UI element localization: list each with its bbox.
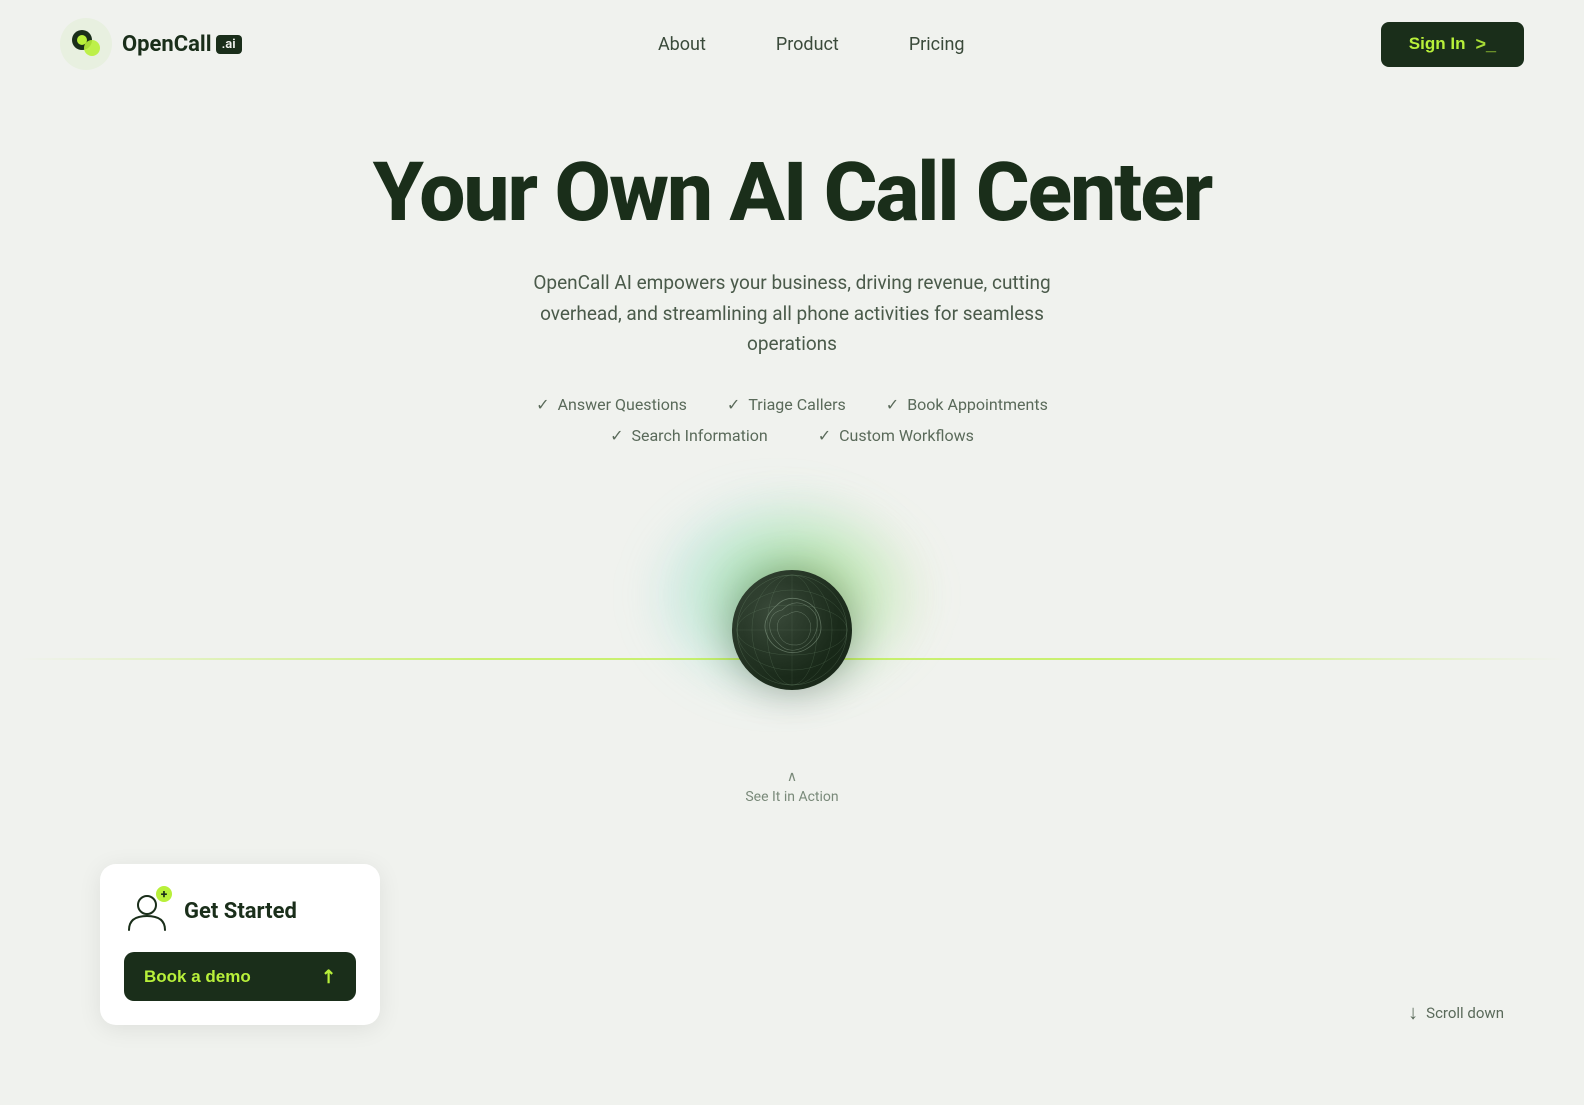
arrow-icon: ↗: [316, 964, 342, 990]
get-started-card: + Get Started Book a demo ↗: [100, 864, 380, 1025]
feature-answer-questions: ✓ Answer Questions: [536, 395, 687, 414]
ai-sphere: [732, 570, 852, 690]
feature-label-1: Answer Questions: [558, 395, 687, 414]
hero-subtitle: OpenCall AI empowers your business, driv…: [532, 268, 1052, 359]
see-action[interactable]: ∧ See It in Action: [745, 769, 838, 805]
logo-icon: [60, 18, 112, 70]
feature-search-info: ✓ Search Information: [610, 426, 768, 445]
logo[interactable]: OpenCall.ai: [60, 18, 242, 70]
chevron-up-icon: ∧: [787, 769, 797, 785]
check-icon-4: ✓: [610, 426, 623, 445]
scroll-down[interactable]: ↓ Scroll down: [1408, 1000, 1504, 1025]
feature-custom-workflows: ✓ Custom Workflows: [818, 426, 974, 445]
see-action-label: See It in Action: [745, 789, 838, 805]
nav-pricing[interactable]: Pricing: [909, 34, 965, 55]
check-icon-2: ✓: [727, 395, 740, 414]
signin-button[interactable]: Sign In >_: [1381, 22, 1524, 67]
hero-section: Your Own AI Call Center OpenCall AI empo…: [0, 88, 1584, 805]
feature-label-5: Custom Workflows: [839, 426, 974, 445]
card-header: + Get Started: [124, 888, 356, 934]
user-icon-wrap: +: [124, 888, 170, 934]
check-icon-5: ✓: [818, 426, 831, 445]
plus-badge: +: [156, 886, 172, 902]
navbar: OpenCall.ai About Product Pricing Sign I…: [0, 0, 1584, 88]
features-row-2: ✓ Search Information ✓ Custom Workflows: [20, 426, 1564, 445]
orb-section: ∧ See It in Action: [20, 455, 1564, 805]
signin-label: Sign In: [1409, 34, 1466, 54]
check-icon-3: ✓: [886, 395, 899, 414]
feature-label-4: Search Information: [631, 426, 767, 445]
hero-title: Your Own AI Call Center: [20, 148, 1564, 238]
nav-links: About Product Pricing: [658, 34, 965, 55]
book-demo-label: Book a demo: [144, 967, 251, 987]
sphere-mesh: [732, 570, 852, 690]
brand-name: OpenCall: [122, 32, 212, 57]
feature-label-3: Book Appointments: [907, 395, 1048, 414]
scroll-down-icon: ↓: [1408, 1000, 1418, 1025]
brand-badge: .ai: [216, 35, 242, 54]
check-icon-1: ✓: [536, 395, 549, 414]
nav-product[interactable]: Product: [776, 34, 839, 55]
terminal-icon: >_: [1475, 34, 1496, 55]
features-row-1: ✓ Answer Questions ✓ Triage Callers ✓ Bo…: [20, 395, 1564, 414]
feature-triage-callers: ✓ Triage Callers: [727, 395, 846, 414]
feature-book-appointments: ✓ Book Appointments: [886, 395, 1048, 414]
book-demo-button[interactable]: Book a demo ↗: [124, 952, 356, 1001]
card-title: Get Started: [184, 899, 297, 924]
feature-label-2: Triage Callers: [748, 395, 845, 414]
nav-about[interactable]: About: [658, 34, 706, 55]
scroll-down-label: Scroll down: [1426, 1004, 1504, 1022]
